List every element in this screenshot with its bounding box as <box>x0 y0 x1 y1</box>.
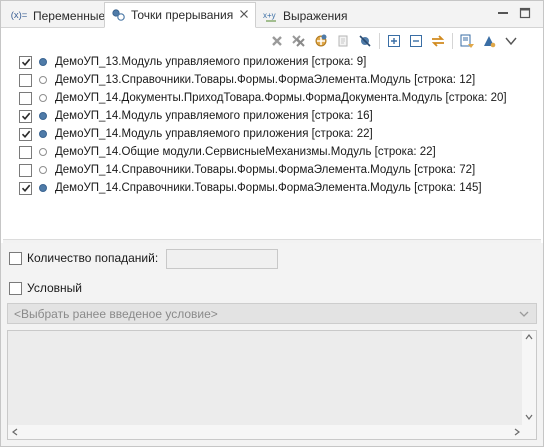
breakpoints-list: ДемоУП_13.Модуль управляемого приложения… <box>19 53 539 197</box>
add-java-exception-icon[interactable] <box>456 31 478 51</box>
condition-history-placeholder: <Выбрать ранее введеное условие> <box>14 306 218 321</box>
breakpoint-row[interactable]: ДемоУП_14.Общие модули.СервисныеМеханизм… <box>19 143 539 161</box>
hit-count-input[interactable] <box>166 249 278 269</box>
horizontal-scrollbar[interactable] <box>8 425 524 439</box>
breakpoint-row[interactable]: ДемоУП_13.Модуль управляемого приложения… <box>19 53 539 71</box>
expressions-icon: x+y <box>263 8 279 24</box>
conditional-label: Условный <box>27 281 82 295</box>
breakpoint-icon <box>39 94 47 102</box>
breakpoint-row[interactable]: ДемоУП_14.Модуль управляемого приложения… <box>19 107 539 125</box>
tab-label: Точки прерывания <box>131 8 234 22</box>
variables-icon: (x)= <box>10 10 28 21</box>
checkmark-icon <box>21 184 30 192</box>
link-with-debug-view-icon[interactable] <box>427 31 449 51</box>
view-window-controls <box>497 7 531 19</box>
scroll-left-icon[interactable] <box>11 428 19 438</box>
tab-expressions[interactable]: x+y Выражения <box>257 3 354 28</box>
view-menu-chevron-icon[interactable] <box>500 31 522 51</box>
breakpoint-enabled-checkbox[interactable] <box>19 73 32 87</box>
breakpoint-enabled-checkbox[interactable] <box>19 55 32 69</box>
checkmark-icon <box>21 130 30 138</box>
breakpoints-view: (x)= Переменные Точки прерывания x+y Выр… <box>0 0 544 447</box>
svg-text:x+y: x+y <box>263 11 276 20</box>
breakpoint-row[interactable]: ДемоУП_13.Справочники.Товары.Формы.Форма… <box>19 71 539 89</box>
view-menu-icon[interactable] <box>478 31 500 51</box>
breakpoint-label: ДемоУП_14.Справочники.Товары.Формы.Форма… <box>55 182 482 194</box>
breakpoint-enabled-checkbox[interactable] <box>19 145 32 159</box>
breakpoint-label: ДемоУП_14.Общие модули.СервисныеМеханизм… <box>55 146 436 158</box>
expand-all-icon[interactable] <box>383 31 405 51</box>
breakpoint-icon <box>39 130 47 138</box>
toolbar-separator <box>379 33 380 49</box>
hit-count-row: Количество попаданий: <box>9 251 158 265</box>
breakpoint-row[interactable]: ДемоУП_14.Справочники.Товары.Формы.Форма… <box>19 161 539 179</box>
checkmark-icon <box>21 58 30 66</box>
breakpoint-enabled-checkbox[interactable] <box>19 91 32 105</box>
minimize-icon[interactable] <box>497 7 509 19</box>
skip-all-breakpoints-icon[interactable] <box>354 31 376 51</box>
tab-breakpoints[interactable]: Точки прерывания <box>104 2 257 28</box>
maximize-icon[interactable] <box>519 7 531 19</box>
view-tab-bar: (x)= Переменные Точки прерывания x+y Выр… <box>1 1 543 28</box>
breakpoint-row[interactable]: ДемоУП_14.Модуль управляемого приложения… <box>19 125 539 143</box>
go-to-file-icon[interactable] <box>332 31 354 51</box>
breakpoint-label: ДемоУП_14.Справочники.Товары.Формы.Форма… <box>55 164 476 176</box>
condition-history-combo[interactable]: <Выбрать ранее введеное условие> <box>7 303 537 324</box>
scroll-up-icon[interactable] <box>525 333 533 343</box>
chevron-down-icon[interactable] <box>518 308 530 323</box>
breakpoint-enabled-checkbox[interactable] <box>19 127 32 141</box>
scroll-down-icon[interactable] <box>525 413 533 423</box>
hit-count-label: Количество попаданий: <box>27 251 159 265</box>
breakpoint-label: ДемоУП_13.Модуль управляемого приложения… <box>55 56 367 68</box>
scrollbar-corner <box>522 425 536 439</box>
remove-breakpoint-icon[interactable] <box>266 31 288 51</box>
breakpoint-label: ДемоУП_14.Модуль управляемого приложения… <box>55 128 373 140</box>
breakpoint-row[interactable]: ДемоУП_14.Справочники.Товары.Формы.Форма… <box>19 179 539 197</box>
breakpoint-icon <box>39 148 47 156</box>
breakpoint-label: ДемоУП_14.Модуль управляемого приложения… <box>55 110 373 122</box>
breakpoint-label: ДемоУП_13.Справочники.Товары.Формы.Форма… <box>55 74 476 86</box>
checkmark-icon <box>21 112 30 120</box>
scroll-right-icon[interactable] <box>513 428 521 438</box>
tab-label: Переменные <box>33 8 106 23</box>
breakpoint-enabled-checkbox[interactable] <box>19 109 32 123</box>
breakpoint-details-panel: Количество попаданий: Условный <Выбрать … <box>1 243 543 446</box>
collapse-all-icon[interactable] <box>405 31 427 51</box>
breakpoint-icon <box>39 184 47 192</box>
condition-editor-text <box>8 331 536 339</box>
breakpoints-toolbar <box>266 31 522 51</box>
breakpoint-label: ДемоУП_14.Документы.ПриходТовара.Формы.Ф… <box>55 92 507 104</box>
conditional-row: Условный <box>9 281 82 295</box>
breakpoint-enabled-checkbox[interactable] <box>19 163 32 177</box>
tab-label: Выражения <box>283 8 348 23</box>
breakpoint-row[interactable]: ДемоУП_14.Документы.ПриходТовара.Формы.Ф… <box>19 89 539 107</box>
close-icon[interactable] <box>239 8 249 22</box>
condition-editor[interactable] <box>7 330 537 440</box>
breakpoint-icon <box>39 76 47 84</box>
show-breakpoints-target-icon[interactable] <box>310 31 332 51</box>
vertical-scrollbar[interactable] <box>522 331 536 426</box>
breakpoints-icon <box>111 7 127 23</box>
remove-all-breakpoints-icon[interactable] <box>288 31 310 51</box>
hit-count-checkbox[interactable] <box>9 251 22 265</box>
breakpoint-icon <box>39 58 47 66</box>
breakpoint-icon <box>39 112 47 120</box>
toolbar-separator <box>452 33 453 49</box>
conditional-checkbox[interactable] <box>9 281 22 295</box>
breakpoint-enabled-checkbox[interactable] <box>19 181 32 195</box>
breakpoint-icon <box>39 166 47 174</box>
tab-variables[interactable]: (x)= Переменные <box>3 3 111 28</box>
